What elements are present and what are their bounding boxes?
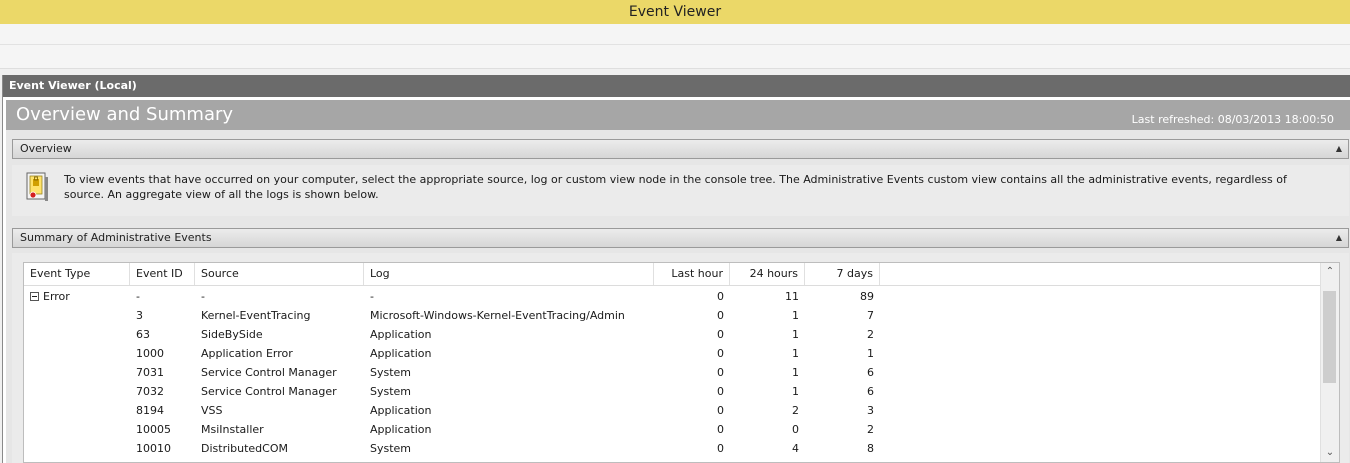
source-cell: Service Control Manager (201, 366, 337, 379)
table-row[interactable]: 1000 Application Error Application 0 1 1 (24, 344, 1322, 363)
7-days-cell: 1 (867, 347, 874, 360)
last-hour-cell: 0 (717, 347, 724, 360)
7-days-cell: 2 (867, 328, 874, 341)
last-hour-cell: 0 (717, 290, 724, 303)
24-hours-cell: 1 (792, 328, 799, 341)
pane-header-label: Event Viewer (Local) (9, 79, 137, 92)
table-row[interactable]: 7032 Service Control Manager System 0 1 … (24, 382, 1322, 401)
scroll-thumb[interactable] (1323, 291, 1336, 383)
last-hour-cell: 0 (717, 385, 724, 398)
7-days-cell: 8 (867, 442, 874, 455)
last-hour-cell: 0 (717, 328, 724, 341)
log-cell: Application (370, 328, 432, 341)
table-row[interactable]: 63 SideBySide Application 0 1 2 (24, 325, 1322, 344)
source-cell: - (201, 290, 205, 303)
overview-collapse-icon[interactable]: ▲ (1336, 140, 1342, 158)
pane-header: Event Viewer (Local) (3, 75, 1350, 97)
event-id-cell: 1000 (136, 347, 164, 360)
column-header-event-type[interactable]: Event Type (24, 263, 130, 285)
source-cell: Service Control Manager (201, 385, 337, 398)
24-hours-cell: 1 (792, 309, 799, 322)
menu-bar (0, 24, 1350, 45)
log-cell: Application (370, 423, 432, 436)
source-cell: MsiInstaller (201, 423, 264, 436)
event-type-cell: Error (24, 287, 130, 306)
7-days-cell: 6 (867, 366, 874, 379)
last-hour-cell: 0 (717, 423, 724, 436)
overview-description: To view events that have occurred on you… (64, 173, 1287, 201)
7-days-cell: 89 (860, 290, 874, 303)
table-row[interactable]: 10005 MsiInstaller Application 0 0 2 (24, 420, 1322, 439)
log-cell: - (370, 290, 374, 303)
event-id-cell: 10010 (136, 442, 171, 455)
column-header-log[interactable]: Log (364, 263, 654, 285)
collapse-minus-icon[interactable] (30, 291, 39, 301)
source-cell: Application Error (201, 347, 293, 360)
last-hour-cell: 0 (717, 442, 724, 455)
source-cell: SideBySide (201, 328, 263, 341)
table-header: Event Type Event ID Source Log Last hour… (24, 263, 1322, 286)
window-title: Event Viewer (628, 4, 722, 20)
summary-header-label: Summary of Administrative Events (20, 231, 212, 244)
event-id-cell: 3 (136, 309, 143, 322)
log-cell: Application (370, 404, 432, 417)
table-body: Error - - - 0 11 89 3 Kernel-EventTracin… (24, 287, 1322, 458)
toolbar (0, 45, 1350, 69)
summary-table[interactable]: Event Type Event ID Source Log Last hour… (23, 262, 1340, 463)
column-header-source[interactable]: Source (195, 263, 364, 285)
last-hour-cell: 0 (717, 309, 724, 322)
column-header-event-id[interactable]: Event ID (130, 263, 195, 285)
event-type-label: Error (43, 290, 70, 303)
column-header-7-days[interactable]: 7 days (805, 263, 880, 285)
window-titlebar[interactable]: Event Viewer (0, 0, 1350, 24)
7-days-cell: 6 (867, 385, 874, 398)
page-title: Overview and Summary (16, 104, 234, 125)
24-hours-cell: 0 (792, 423, 799, 436)
24-hours-cell: 11 (785, 290, 799, 303)
scroll-up-icon[interactable]: ⌃ (1321, 263, 1339, 281)
event-log-icon (26, 172, 48, 201)
log-cell: System (370, 385, 412, 398)
overview-header-label: Overview (20, 142, 72, 155)
event-id-cell: 10005 (136, 423, 171, 436)
column-header-last-hour[interactable]: Last hour (654, 263, 730, 285)
event-id-cell: - (136, 290, 140, 303)
source-cell: DistributedCOM (201, 442, 288, 455)
event-id-cell: 63 (136, 328, 150, 341)
table-row-error-group[interactable]: Error - - - 0 11 89 (24, 287, 1322, 306)
last-hour-cell: 0 (717, 404, 724, 417)
event-id-cell: 7032 (136, 385, 164, 398)
24-hours-cell: 1 (792, 347, 799, 360)
overview-body: To view events that have occurred on you… (12, 165, 1349, 216)
source-cell: Kernel-EventTracing (201, 309, 311, 322)
vertical-scrollbar[interactable]: ⌃ ⌄ (1320, 263, 1339, 462)
overview-header[interactable]: Overview ▲ (12, 139, 1349, 159)
last-hour-cell: 0 (717, 366, 724, 379)
table-row[interactable]: 10010 DistributedCOM System 0 4 8 (24, 439, 1322, 458)
summary-collapse-icon[interactable]: ▲ (1336, 229, 1342, 247)
event-id-cell: 8194 (136, 404, 164, 417)
table-row[interactable]: 8194 VSS Application 0 2 3 (24, 401, 1322, 420)
24-hours-cell: 1 (792, 366, 799, 379)
7-days-cell: 2 (867, 423, 874, 436)
event-id-cell: 7031 (136, 366, 164, 379)
scroll-down-icon[interactable]: ⌄ (1321, 444, 1339, 462)
24-hours-cell: 4 (792, 442, 799, 455)
log-cell: System (370, 366, 412, 379)
24-hours-cell: 1 (792, 385, 799, 398)
table-row[interactable]: 7031 Service Control Manager System 0 1 … (24, 363, 1322, 382)
24-hours-cell: 2 (792, 404, 799, 417)
log-cell: System (370, 442, 412, 455)
log-cell: Application (370, 347, 432, 360)
log-cell: Microsoft-Windows-Kernel-EventTracing/Ad… (370, 309, 625, 322)
table-row[interactable]: 3 Kernel-EventTracing Microsoft-Windows-… (24, 306, 1322, 325)
7-days-cell: 3 (867, 404, 874, 417)
7-days-cell: 7 (867, 309, 874, 322)
column-header-24-hours[interactable]: 24 hours (730, 263, 805, 285)
summary-header[interactable]: Summary of Administrative Events ▲ (12, 228, 1349, 248)
source-cell: VSS (201, 404, 223, 417)
last-refreshed: Last refreshed: 08/03/2013 18:00:50 (1131, 113, 1334, 126)
